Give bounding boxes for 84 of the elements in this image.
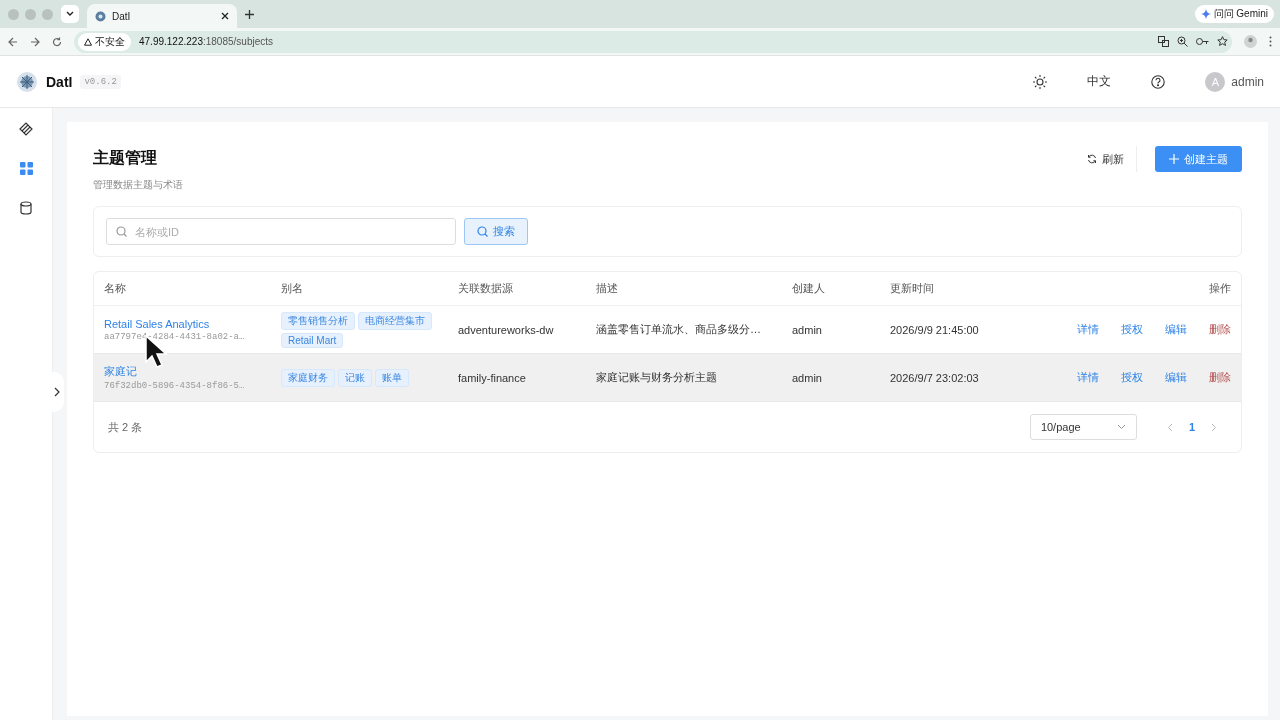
database-icon [20, 201, 32, 215]
action-link[interactable]: 详情 [1077, 370, 1099, 385]
datasource-cell-text: adventureworks-dw [458, 323, 555, 336]
version-badge: v0.6.2 [80, 74, 121, 89]
creator-cell-text: admin [792, 371, 823, 384]
subject-name-link[interactable]: 家庭记 [104, 364, 137, 379]
grid-icon [19, 162, 33, 175]
star-icon[interactable] [1217, 36, 1228, 47]
menu-icon[interactable] [1269, 36, 1272, 47]
chevron-down-icon [66, 11, 74, 17]
column-header: 别名 [281, 281, 304, 296]
logo-icon [16, 70, 38, 93]
alias-tag: 电商经营集市 [358, 311, 432, 330]
page-number-button[interactable]: 1 [1182, 421, 1201, 433]
total-count: 共 2 条 [108, 419, 144, 435]
subject-id: 76f32db0-5896-4354-8f86-5… [104, 381, 246, 391]
language-button[interactable]: 中文 [1087, 73, 1112, 90]
tab-title: DatI [112, 10, 132, 22]
subject-id: aa7797e4-4284-4431-8a02-a… [104, 331, 246, 342]
datasource-cell-text: family-finance [458, 371, 527, 384]
new-tab-icon[interactable] [245, 9, 254, 19]
sidebar-item[interactable] [19, 122, 33, 136]
delete-link[interactable]: 删除 [1209, 322, 1231, 337]
logo-icon [95, 10, 106, 22]
security-chip[interactable]: 不安全 [78, 32, 131, 51]
key-icon[interactable] [1196, 37, 1209, 46]
warning-icon [84, 37, 92, 46]
window-maximize-dot[interactable] [42, 8, 53, 20]
gemini-button[interactable]: 问问 Gemini [1194, 5, 1274, 23]
search-icon [477, 226, 488, 237]
description-cell-text: 涵盖零售订单流水、商品多级分… [596, 322, 762, 337]
description-cell-text: 家庭记账与财务分析主题 [596, 370, 718, 385]
updated-time-cell-text: 2026/9/9 21:45:00 [890, 323, 980, 336]
creator-cell-text: admin [792, 323, 823, 336]
alias-tag: 账单 [375, 368, 409, 387]
delete-link[interactable]: 删除 [1209, 370, 1231, 385]
column-header: 操作 [1208, 281, 1231, 296]
create-button[interactable]: 创建主题 [1155, 146, 1242, 172]
search-field[interactable]: 名称或ID [106, 218, 456, 245]
browser-tab[interactable]: DatI [87, 4, 237, 28]
refresh-icon [1087, 154, 1097, 164]
window-minimize-dot[interactable] [25, 8, 36, 20]
action-link[interactable]: 编辑 [1165, 370, 1187, 385]
table-row[interactable]: 家庭记 76f32db0-5896-4354-8f86-5… 家庭财务 记账 账单 family-finance 家庭记账与财务分析主题 admin 2026/9/7 23:02:03 详情 授权 编辑 删除 [94, 354, 1241, 402]
profile-icon[interactable] [1244, 35, 1257, 48]
plus-icon [1169, 154, 1179, 164]
back-icon[interactable] [8, 36, 18, 47]
translate-icon[interactable] [1158, 36, 1169, 47]
column-header: 关联数据源 [458, 281, 514, 296]
page-subtitle: 管理数据主题与术语 [93, 178, 184, 192]
tab-list-button[interactable] [61, 5, 79, 23]
window-close-dot[interactable] [8, 8, 19, 20]
zoom-icon[interactable] [1177, 36, 1188, 47]
url-text: 47.99.122.223:18085/subjects [139, 36, 274, 47]
address-bar[interactable]: 不安全 47.99.122.223:18085/subjects [74, 30, 1232, 53]
app-name: DatI [46, 73, 73, 90]
alias-tag: 零售销售分析 [281, 311, 355, 330]
chevron-down-icon [1116, 424, 1126, 430]
help-button[interactable] [1151, 74, 1166, 89]
page-title: 主题管理 [93, 148, 158, 168]
action-link[interactable]: 详情 [1077, 322, 1099, 337]
action-link[interactable]: 编辑 [1165, 322, 1187, 337]
column-header: 更新时间 [890, 281, 935, 296]
action-link[interactable]: 授权 [1121, 370, 1143, 385]
forward-icon[interactable] [30, 36, 40, 47]
column-header: 名称 [104, 281, 127, 296]
alias-tag: 记账 [338, 368, 372, 387]
action-link[interactable]: 授权 [1121, 322, 1143, 337]
column-header: 描述 [596, 281, 619, 296]
close-icon[interactable] [221, 12, 229, 20]
theme-toggle-button[interactable] [1033, 74, 1048, 89]
chevron-right-icon [54, 387, 60, 397]
column-header: 创建人 [792, 281, 826, 296]
sidebar-item[interactable] [20, 201, 32, 215]
sparkle-icon [1200, 9, 1211, 19]
user-name: admin [1231, 74, 1264, 89]
alias-tag: 家庭财务 [281, 368, 335, 387]
page-size-select[interactable]: 10/page [1029, 414, 1137, 440]
reload-icon[interactable] [52, 36, 62, 47]
subject-name-link[interactable]: Retail Sales Analytics [104, 317, 210, 330]
layers-icon [19, 122, 33, 136]
alias-tag: Retail Mart [281, 332, 344, 348]
updated-time-cell-text: 2026/9/7 23:02:03 [890, 371, 980, 384]
search-button[interactable]: 搜索 [464, 218, 528, 245]
